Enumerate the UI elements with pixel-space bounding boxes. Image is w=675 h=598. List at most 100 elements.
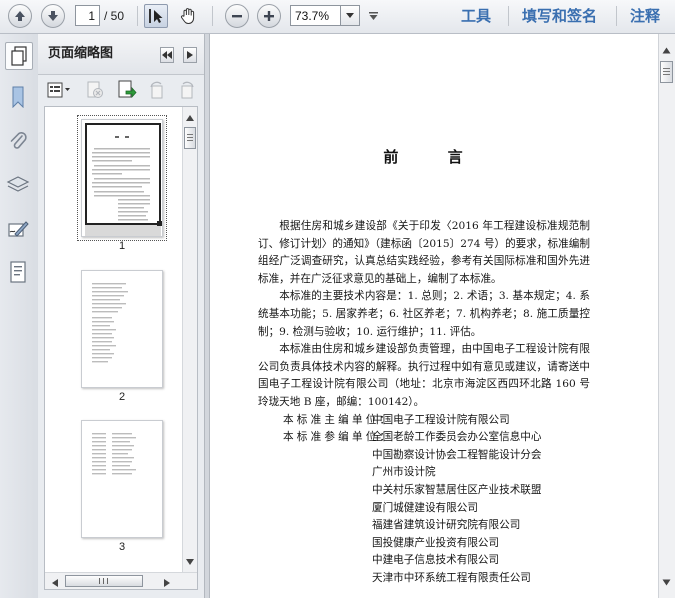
grip-icon (99, 578, 108, 584)
thumbnail-vertical-scrollbar[interactable] (182, 107, 197, 573)
participant-units-row: 本标准参编单位： 全国老龄工作委员会办公室信息中心 中国勘察设计协会工程智能设计… (258, 429, 590, 587)
document-body: 根据住房和城乡建设部《关于印发〈2016 年工程建设标准规范制订、修订计划〉的通… (258, 218, 590, 587)
pdf-reader-window: 1 / 50 73.7% 工具 填写和签名 注释 页面缩略图 1 2 3 前 言… (0, 0, 675, 598)
navigation-icon-strip (0, 34, 39, 598)
insert-page-icon (118, 80, 137, 99)
toolbar-divider (212, 6, 213, 26)
zoom-dropdown-button[interactable] (340, 5, 360, 26)
expand-panel-button[interactable] (183, 47, 197, 63)
collapse-panel-button[interactable] (160, 47, 174, 63)
thumbnail-panel: 页面缩略图 1 2 3 (38, 34, 204, 598)
rotate-page-right-button[interactable] (176, 79, 198, 101)
paragraph: 本标准的主要技术内容是：1. 总则；2. 术语；3. 基本规定；4. 系统基本功… (258, 290, 590, 338)
page-preview (85, 136, 162, 236)
participant-unit: 天津市中环系统工程有限责任公司 (372, 571, 531, 584)
toolbar-divider (137, 6, 138, 26)
participant-units-label: 本标准参编单位： (283, 431, 394, 444)
participant-unit: 广州市设计院 (372, 466, 436, 479)
hand-tool-button[interactable] (177, 4, 201, 28)
document-title: 前 言 (383, 148, 485, 166)
zoom-in-button[interactable] (257, 4, 281, 28)
document-page: 前 言 根据住房和城乡建设部《关于印发〈2016 年工程建设标准规范制订、修订计… (210, 34, 658, 598)
delete-page-button[interactable] (84, 79, 106, 101)
page-thumbnail-1[interactable] (77, 115, 167, 241)
attachments-button[interactable] (5, 128, 31, 154)
page-thumbnails-button[interactable] (5, 42, 33, 70)
rotate-right-icon (181, 81, 194, 99)
chief-unit: 中国电子工程设计院有限公司 (372, 413, 510, 426)
minus-icon (232, 15, 242, 18)
scroll-down-arrow[interactable] (185, 555, 195, 569)
triangle-up-icon (662, 47, 671, 53)
participant-unit: 中建电子信息技术有限公司 (372, 554, 500, 567)
chief-unit-row: 本标准主编单位： 中国电子工程设计院有限公司 (258, 412, 590, 430)
zoom-level-input[interactable]: 73.7% (290, 5, 341, 26)
toolbar-divider (616, 6, 617, 26)
participant-unit: 国投健康产业投资有限公司 (372, 536, 500, 549)
signature-icon (8, 221, 29, 237)
options-icon (47, 82, 70, 98)
tools-menu[interactable]: 工具 (461, 0, 491, 33)
triangle-left-icon (52, 579, 58, 587)
triangle-down-icon (186, 559, 194, 565)
signatures-button[interactable] (5, 216, 31, 242)
paragraph: 本标准由住房和城乡建设部负责管理，由中国电子工程设计院有限公司负责具体技术内容的… (258, 343, 590, 408)
scroll-up-arrow[interactable] (185, 111, 195, 125)
insert-page-button[interactable] (116, 79, 138, 101)
participant-unit: 中关村乐家智慧居住区产业技术联盟 (372, 483, 542, 496)
thumbnail-page-number: 1 (118, 240, 126, 252)
paragraph: 根据住房和城乡建设部《关于印发〈2016 年工程建设标准规范制订、修订计划〉的通… (258, 220, 590, 285)
participant-unit: 厦门城健建设有限公司 (372, 501, 478, 514)
arrow-up-icon (15, 11, 25, 21)
panel-header: 页面缩略图 (38, 34, 204, 75)
menu-arrow-icon (368, 11, 378, 20)
previous-page-button[interactable] (8, 4, 32, 28)
horizontal-scroll-thumb[interactable] (65, 575, 143, 587)
triangle-down-icon (662, 579, 671, 585)
page-thumbnail-2[interactable] (81, 270, 163, 388)
page-number-input[interactable]: 1 (75, 5, 100, 26)
select-tool-button[interactable] (144, 4, 168, 28)
scroll-left-arrow[interactable] (51, 577, 59, 589)
chevron-down-icon (346, 12, 354, 18)
participant-unit: 中国勘察设计协会工程智能设计分会 (372, 448, 542, 461)
panel-title: 页面缩略图 (48, 46, 114, 61)
thumbnail-horizontal-scrollbar[interactable] (45, 572, 197, 589)
page-total-label: / 50 (104, 9, 125, 23)
toolbar-divider (508, 6, 509, 26)
content-button[interactable] (5, 259, 31, 285)
fill-sign-menu[interactable]: 填写和签名 (522, 0, 597, 33)
thumbnail-page-number: 3 (118, 541, 126, 553)
delete-page-icon (87, 81, 103, 98)
scroll-right-arrow[interactable] (163, 577, 171, 589)
bookmarks-button[interactable] (5, 84, 31, 110)
comment-menu[interactable]: 注释 (630, 0, 660, 33)
scroll-down-arrow[interactable] (659, 574, 674, 590)
layers-button[interactable] (5, 172, 31, 198)
scroll-up-arrow[interactable] (659, 42, 674, 58)
hand-icon (181, 8, 195, 25)
zoom-out-button[interactable] (225, 4, 249, 28)
thumbnail-list[interactable]: 1 2 3 (44, 106, 198, 590)
triangle-right-icon (164, 579, 170, 587)
content-icon (10, 261, 26, 283)
chevron-right-icon (187, 51, 193, 59)
scroll-thumb[interactable] (184, 127, 196, 149)
scroll-thumb[interactable] (660, 61, 673, 83)
thumbnail-toolbar (38, 75, 204, 105)
rotate-page-button[interactable] (146, 79, 168, 101)
plus-icon (264, 11, 274, 21)
next-page-button[interactable] (41, 4, 65, 28)
layers-icon (6, 176, 30, 192)
document-vertical-scrollbar[interactable] (658, 34, 675, 598)
page-thumbnail-3[interactable] (81, 420, 163, 538)
thumbnail-page-number: 2 (118, 391, 126, 403)
participant-unit: 全国老龄工作委员会办公室信息中心 (372, 431, 542, 444)
top-toolbar: 1 / 50 73.7% 工具 填写和签名 注释 (0, 0, 675, 34)
pages-icon (11, 46, 27, 66)
thumbnail-options-button[interactable] (46, 79, 72, 101)
attachment-icon (10, 132, 27, 149)
toolbar-overflow-menu[interactable] (366, 4, 380, 28)
rotate-icon (150, 81, 163, 99)
double-chevron-left-icon (162, 51, 172, 59)
